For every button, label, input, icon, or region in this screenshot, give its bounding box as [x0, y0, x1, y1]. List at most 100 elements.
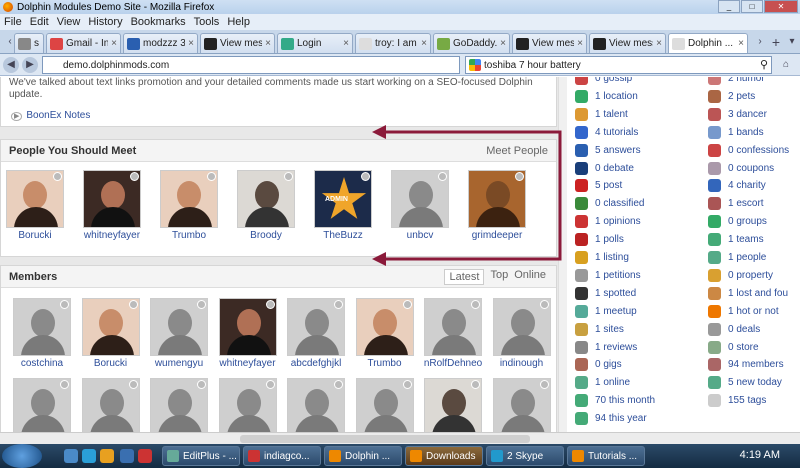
- avatar[interactable]: [468, 170, 526, 228]
- stat-link[interactable]: 1 meetup: [575, 304, 637, 318]
- horizontal-scrollbar[interactable]: [0, 432, 800, 444]
- members-name[interactable]: Borucki: [94, 358, 127, 369]
- people-name[interactable]: TheBuzz: [323, 230, 362, 241]
- stat-link[interactable]: 70 this month: [575, 394, 655, 408]
- menu-bookmarks[interactable]: Bookmarks: [127, 16, 190, 28]
- tab-close-icon[interactable]: ×: [340, 38, 352, 49]
- stat-link[interactable]: 1 location: [575, 89, 638, 103]
- avatar[interactable]: [355, 298, 414, 356]
- people-name[interactable]: Trumbo: [172, 230, 206, 241]
- stat-link[interactable]: 0 confessions: [708, 143, 789, 157]
- forward-icon[interactable]: ▶: [22, 57, 38, 73]
- stat-link[interactable]: 94 members: [708, 358, 784, 372]
- stat-link[interactable]: 1 online: [575, 376, 630, 390]
- tab-close-icon[interactable]: ×: [418, 38, 430, 49]
- browser-tab[interactable]: Dolphin ... ×: [668, 33, 748, 53]
- stat-link[interactable]: 1 bands: [708, 125, 764, 139]
- members-item[interactable]: Borucki: [73, 298, 149, 369]
- stat-link[interactable]: 5 answers: [575, 143, 641, 157]
- members-name[interactable]: wumengyu: [155, 358, 203, 369]
- taskbar-task[interactable]: Dolphin ...: [324, 446, 402, 466]
- page-scrollbar[interactable]: [558, 77, 567, 432]
- avatar[interactable]: [150, 378, 208, 432]
- stat-link[interactable]: 1 listing: [575, 251, 629, 264]
- avatar[interactable]: [492, 378, 551, 432]
- avatar[interactable]: [218, 378, 277, 432]
- people-item[interactable]: Broody: [228, 170, 304, 241]
- menu-file[interactable]: File: [0, 16, 26, 28]
- tab-close-icon[interactable]: ×: [262, 38, 274, 49]
- stat-link[interactable]: 1 people: [708, 251, 766, 264]
- home-icon[interactable]: ⌂: [778, 57, 794, 73]
- avatar[interactable]: [13, 378, 71, 432]
- members-item[interactable]: Trumbo: [347, 298, 423, 369]
- taskbar-task[interactable]: Downloads: [405, 446, 483, 466]
- meet-people-link[interactable]: Meet People: [486, 145, 548, 157]
- stat-link[interactable]: 1 sites: [575, 322, 624, 336]
- members-item[interactable]: nRolfDehneo: [415, 298, 491, 369]
- tab-close-icon[interactable]: ×: [108, 38, 120, 49]
- people-name[interactable]: grimdeeper: [472, 230, 523, 241]
- stat-link[interactable]: 155 tags: [708, 394, 766, 408]
- avatar[interactable]: [83, 170, 141, 228]
- stat-link[interactable]: 4 tutorials: [575, 125, 638, 139]
- close-button[interactable]: ✕: [764, 0, 798, 13]
- stat-link[interactable]: 1 petitions: [575, 268, 641, 282]
- people-item[interactable]: whitneyfayer: [74, 170, 150, 241]
- members-item[interactable]: wumengyu: [141, 298, 217, 369]
- tab-close-icon[interactable]: ×: [185, 38, 197, 49]
- people-name[interactable]: unbcv: [407, 230, 434, 241]
- taskbar-task[interactable]: indiagco...: [243, 446, 321, 466]
- avatar[interactable]: [13, 298, 71, 356]
- people-item[interactable]: grimdeeper: [459, 170, 535, 241]
- stat-link[interactable]: 0 property: [708, 268, 773, 282]
- browser-tab[interactable]: modzzz 301...×: [123, 33, 198, 53]
- menu-view[interactable]: View: [53, 16, 85, 28]
- members-name[interactable]: abcdefghjkl: [291, 358, 342, 369]
- members-item[interactable]: indinough: [484, 298, 560, 369]
- stat-link[interactable]: 0 store: [708, 340, 759, 354]
- menu-history[interactable]: History: [84, 16, 126, 28]
- stat-link[interactable]: 0 debate: [575, 161, 634, 175]
- stat-link[interactable]: 1 escort: [708, 197, 764, 211]
- url-bar[interactable]: demo.dolphinmods.com: [42, 56, 460, 74]
- stat-link[interactable]: 1 polls: [575, 233, 624, 247]
- browser-tab[interactable]: troy: I am h...×: [355, 33, 431, 53]
- avatar[interactable]: [160, 170, 218, 228]
- browser-tab[interactable]: View messa...×: [589, 33, 666, 53]
- members-name[interactable]: nRolfDehneo: [424, 358, 482, 369]
- menu-tools[interactable]: Tools: [190, 16, 224, 28]
- people-item[interactable]: Trumbo: [151, 170, 227, 241]
- members-tab-latest[interactable]: Latest: [444, 268, 485, 285]
- members-item[interactable]: [210, 378, 286, 432]
- avatar[interactable]: [6, 170, 64, 228]
- avatar[interactable]: [424, 378, 482, 432]
- tab-close-icon[interactable]: ×: [574, 38, 586, 49]
- start-button[interactable]: [2, 444, 42, 468]
- stat-link[interactable]: 1 lost and fou: [708, 286, 788, 300]
- people-name[interactable]: Borucki: [18, 230, 51, 241]
- stat-link[interactable]: 1 talent: [575, 107, 628, 121]
- search-icon[interactable]: ⚲: [760, 58, 768, 71]
- members-item[interactable]: [278, 378, 354, 432]
- members-tab-top[interactable]: Top: [490, 269, 508, 285]
- avatar[interactable]: [218, 298, 277, 356]
- folder-icon[interactable]: [100, 449, 114, 463]
- avatar[interactable]: [355, 378, 414, 432]
- avatar[interactable]: [150, 298, 208, 356]
- taskbar-task[interactable]: Tutorials ...: [567, 446, 645, 466]
- members-item[interactable]: costchina: [4, 298, 80, 369]
- avatar[interactable]: [81, 298, 140, 356]
- browser-tab[interactable]: s: [14, 33, 44, 53]
- stat-link[interactable]: 3 dancer: [708, 107, 767, 121]
- members-item[interactable]: [347, 378, 423, 432]
- browser-tab[interactable]: View messa...×: [512, 33, 587, 53]
- avatar[interactable]: [287, 378, 345, 432]
- members-name[interactable]: Trumbo: [367, 358, 401, 369]
- stat-link[interactable]: 0 gigs: [575, 358, 622, 372]
- members-name[interactable]: costchina: [21, 358, 63, 369]
- members-name[interactable]: indinough: [500, 358, 543, 369]
- media-player-icon[interactable]: [120, 449, 134, 463]
- tab-close-icon[interactable]: ×: [653, 38, 665, 49]
- stat-link[interactable]: 5 new today: [708, 376, 782, 390]
